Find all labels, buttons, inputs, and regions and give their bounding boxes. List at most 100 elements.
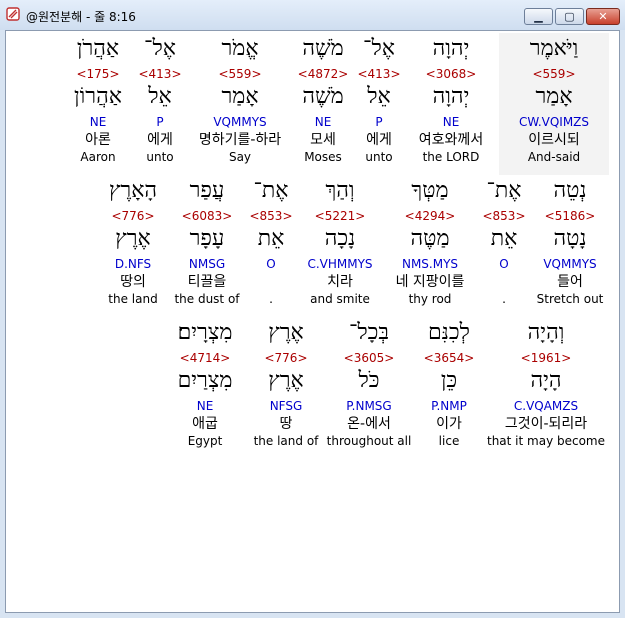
english-gloss: and smite — [310, 292, 370, 306]
korean-gloss: 온-에서 — [347, 416, 391, 432]
word-cell[interactable]: אֶל־ <413> אֵל P 에게 unto — [354, 35, 404, 171]
parsing-code: P — [156, 115, 164, 129]
strong-number: <5221> — [314, 209, 366, 223]
parsing-code: NMS.MYS — [401, 257, 459, 271]
strong-number: <4872> — [297, 67, 349, 81]
minimize-icon: ▁ — [534, 10, 543, 23]
korean-gloss: 아론 — [85, 132, 111, 148]
word-cell[interactable]: וְהַךְ <5221> נָכָה C.VHMMYS 치라 and smit… — [300, 177, 380, 313]
word-cell[interactable]: בְּכָל־ <3605> כֹּל P.NMSG 온-에서 througho… — [324, 319, 414, 455]
word-cell[interactable]: לְכִנִּם <3654> כֵּן P.NMP 이가 lice — [416, 319, 482, 455]
korean-gloss: 치라 — [327, 274, 353, 290]
korean-gloss: 명하기를-하라 — [198, 132, 282, 148]
korean-gloss: 그것이-되리라 — [504, 416, 588, 432]
word-cell[interactable]: אֶל־ <413> אֵל P 에게 unto — [135, 35, 185, 171]
hebrew-word: לְכִנִּם — [428, 320, 470, 345]
parsing-code: NE — [196, 399, 214, 413]
korean-gloss: 땅의 — [120, 274, 146, 290]
word-cell[interactable]: אַהֲרֹן <175> אַהֲרוֹן NE 아론 Aaron — [70, 35, 126, 171]
parsing-code: O — [266, 257, 276, 271]
app-logo-icon — [6, 7, 20, 21]
hebrew-lemma: אֵל — [367, 84, 391, 109]
word-cell[interactable]: וְהָיָה <1961> הָיָה C.VQAMZS 그것이-되리라 th… — [484, 319, 608, 455]
english-gloss: unto — [365, 150, 393, 164]
word-cell[interactable]: אֱמֹר <559> אָמַר VQMMYS 명하기를-하라 Say — [189, 35, 291, 171]
hebrew-lemma: מִצְרַיִם — [177, 368, 233, 393]
strong-number: <776> — [264, 351, 308, 365]
english-gloss: the LORD — [422, 150, 480, 164]
word-cell[interactable]: אֶת־ <853> אֵת O . — [249, 177, 293, 313]
english-gloss: . — [502, 292, 506, 306]
app-window: @원전분해 - 줄 8:16 ▁ ▢ ✕ וַיֹּאמֶר <559> אָמ… — [0, 0, 625, 618]
hebrew-lemma: נָטָה — [553, 226, 587, 251]
korean-gloss: 티끌을 — [187, 274, 227, 290]
hebrew-word: אֶל־ — [363, 36, 395, 61]
word-cell[interactable]: נְטֵה <5186> נָטָה VQMMYS 들어 Stretch out — [532, 177, 608, 313]
hebrew-lemma: אֵת — [490, 226, 518, 251]
korean-gloss: 애굽 — [192, 416, 218, 432]
close-button[interactable]: ✕ — [586, 8, 620, 25]
strong-number: <3068> — [425, 67, 477, 81]
korean-gloss: 에게 — [147, 132, 173, 148]
title-bar[interactable]: @원전분해 - 줄 8:16 ▁ ▢ ✕ — [0, 0, 625, 30]
hebrew-lemma: מֹשֶׁה — [302, 84, 344, 109]
word-cell[interactable]: יְהוָה <3068> יְהוָה NE 여호와께서 the LORD — [404, 35, 498, 171]
english-gloss: Moses — [304, 150, 342, 164]
hebrew-word: אֶרֶץ — [268, 320, 304, 345]
english-gloss: lice — [438, 434, 460, 448]
strong-number: <3605> — [343, 351, 395, 365]
parsing-code: C.VHMMYS — [307, 257, 373, 271]
english-gloss: that it may become — [486, 434, 605, 448]
english-gloss: Aaron — [80, 150, 116, 164]
english-gloss: throughout all — [326, 434, 412, 448]
word-cell[interactable]: אֶרֶץ <776> אֶרֶץ NFSG 땅 the land of — [252, 319, 320, 455]
hebrew-lemma: אָמַר — [535, 84, 573, 109]
close-icon: ✕ — [598, 10, 608, 23]
maximize-button[interactable]: ▢ — [555, 8, 584, 25]
hebrew-word: אֶת־ — [486, 178, 522, 203]
english-gloss: the land of — [253, 434, 319, 448]
parsing-code: P — [375, 115, 383, 129]
word-cell[interactable]: מִצְרָיִם׃ <4714> מִצְרַיִם NE 애굽 Egypt — [166, 319, 244, 455]
strong-number: <413> — [138, 67, 182, 81]
hebrew-lemma: אֵל — [148, 84, 172, 109]
interlinear-panel: וַיֹּאמֶר <559> אָמַר CW.VQIMZS 이르시되 And… — [5, 30, 620, 613]
hebrew-word: אֱמֹר — [221, 36, 259, 61]
hebrew-word: וַיֹּאמֶר — [529, 36, 579, 61]
word-cell[interactable]: וַיֹּאמֶר <559> אָמַר CW.VQIMZS 이르시되 And… — [511, 35, 597, 171]
hebrew-word: מַטְּךָ — [411, 178, 449, 203]
strong-number: <559> — [218, 67, 262, 81]
word-cell[interactable]: אֶת־ <853> אֵת O . — [482, 177, 526, 313]
english-gloss: the dust of — [174, 292, 240, 306]
parsing-code: CW.VQIMZS — [518, 115, 590, 129]
parsing-code: P.NMP — [431, 399, 467, 413]
strong-number: <1961> — [520, 351, 572, 365]
word-cell[interactable]: מֹשֶׁה <4872> מֹשֶׁה NE 모세 Moses — [294, 35, 352, 171]
strong-number: <853> — [249, 209, 293, 223]
strong-number: <6083> — [181, 209, 233, 223]
strong-number: <853> — [482, 209, 526, 223]
strong-number: <3654> — [423, 351, 475, 365]
word-cell[interactable]: עֲפַר <6083> עָפָר NMSG 티끌을 the dust of — [171, 177, 243, 313]
parsing-code: P.NMSG — [346, 399, 392, 413]
hebrew-word: אֶל־ — [144, 36, 176, 61]
parsing-code: VQMMYS — [543, 257, 597, 271]
english-gloss: unto — [146, 150, 174, 164]
hebrew-lemma: נָכָה — [324, 226, 356, 251]
hebrew-lemma: כֵּן — [440, 368, 458, 393]
hebrew-word: הָאָרֶץ — [108, 178, 158, 203]
english-gloss: Say — [228, 150, 252, 164]
parsing-code: O — [499, 257, 509, 271]
parsing-code: NFSG — [269, 399, 303, 413]
parsing-code: D.NFS — [114, 257, 152, 271]
korean-gloss: 땅 — [279, 416, 293, 432]
minimize-button[interactable]: ▁ — [524, 8, 553, 25]
parsing-code: NMSG — [188, 257, 226, 271]
parsing-code: NE — [442, 115, 460, 129]
hebrew-lemma: מַטֶּה — [410, 226, 450, 251]
word-cell[interactable]: הָאָרֶץ <776> אֶרֶץ D.NFS 땅의 the land — [101, 177, 165, 313]
strong-number: <4294> — [404, 209, 456, 223]
word-cell[interactable]: מַטְּךָ <4294> מַטֶּה NMS.MYS 네 지팡이를 thy… — [386, 177, 474, 313]
hebrew-word: אַהֲרֹן — [76, 36, 120, 61]
strong-number: <776> — [111, 209, 155, 223]
